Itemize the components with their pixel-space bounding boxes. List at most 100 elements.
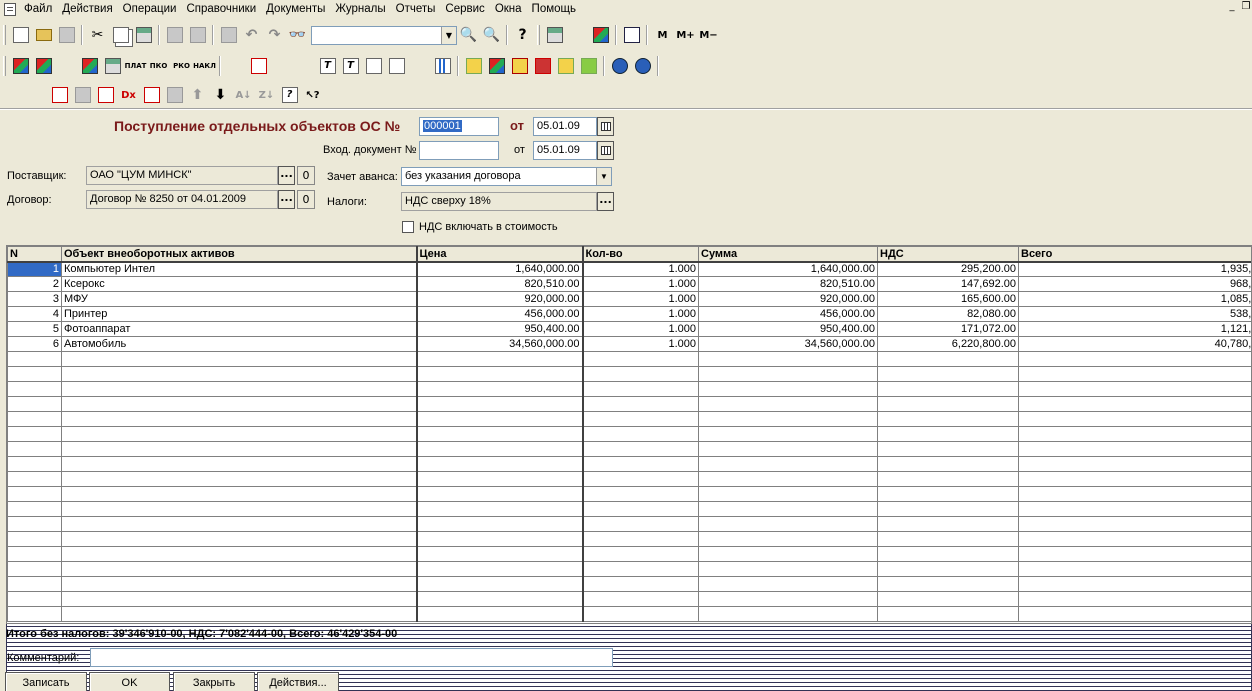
arrow-up-icon[interactable]: ⬆ [186,84,209,106]
cell-row-number[interactable]: 1 [7,261,62,277]
cell-vat[interactable] [877,381,1019,397]
toolbar-grip[interactable] [3,25,6,45]
delete-row-icon[interactable] [48,84,71,106]
incoming-doc-field[interactable] [419,141,499,160]
help-doc-icon[interactable]: ? [278,84,301,106]
cell-price[interactable]: 950,400.00 [416,321,584,337]
cell-price[interactable] [416,501,584,517]
cell-total[interactable] [1018,411,1251,427]
cell-vat[interactable]: 295,200.00 [877,261,1019,277]
cell-quantity[interactable] [582,546,699,562]
cell-vat[interactable]: 171,072.00 [877,321,1019,337]
cell-price[interactable] [416,546,584,562]
assets-table[interactable]: N Объект внеоборотных активов Цена Кол-в… [6,245,1252,624]
advance-select[interactable]: без указания договора ▼ [401,167,612,186]
cell-row-number[interactable] [7,561,62,577]
col-asset-header[interactable]: Объект внеоборотных активов [61,246,418,263]
cell-vat[interactable]: 165,600.00 [877,291,1019,307]
cell-sum[interactable] [698,531,878,547]
sort-asc-icon[interactable]: A↓ [232,84,255,106]
cell-total[interactable] [1018,471,1251,487]
cell-quantity[interactable] [582,411,699,427]
cell-vat[interactable] [877,561,1019,577]
cell-vat[interactable] [877,441,1019,457]
cell-sum[interactable] [698,411,878,427]
globe-1-icon[interactable] [608,55,631,77]
col-qty-header[interactable]: Кол-во [582,246,699,263]
sort-desc-icon[interactable]: Z↓ [255,84,278,106]
minimize-icon[interactable]: _ [1226,2,1238,14]
cell-vat[interactable] [877,411,1019,427]
report-t-icon[interactable]: T [316,55,339,77]
cell-row-number[interactable] [7,501,62,517]
table-row[interactable] [7,561,1251,577]
cell-asset-name[interactable]: Фотоаппарат [61,321,418,337]
cell-row-number[interactable] [7,411,62,427]
cell-vat[interactable] [877,501,1019,517]
cell-price[interactable] [416,531,584,547]
cell-row-number[interactable] [7,546,62,562]
toolbar-grip[interactable] [537,25,540,45]
doc-number-field[interactable]: 000001 [419,117,499,136]
table-row[interactable] [7,471,1251,487]
edit-row-icon[interactable] [140,84,163,106]
table-row[interactable] [7,381,1251,397]
cell-row-number[interactable] [7,441,62,457]
cell-quantity[interactable] [582,396,699,412]
tool-1-icon[interactable] [462,55,485,77]
report-7-icon[interactable] [6,55,1252,677]
cell-sum[interactable] [698,441,878,457]
cell-price[interactable]: 920,000.00 [416,291,584,307]
cell-sum[interactable] [698,486,878,502]
cell-quantity[interactable] [582,591,699,607]
restore-icon[interactable]: ❐ [1240,2,1252,14]
cell-row-number[interactable]: 4 [7,306,62,322]
cell-asset-name[interactable]: Компьютер Интел [61,261,418,277]
cell-total[interactable] [1018,501,1251,517]
tool-3-icon[interactable] [531,55,554,77]
cell-sum[interactable] [698,591,878,607]
filter-icon[interactable] [101,55,124,77]
cell-quantity[interactable] [582,441,699,457]
cell-quantity[interactable]: 1.000 [582,261,699,277]
cell-total[interactable]: 1,085,600.00 [1018,291,1251,307]
toolbar-grip[interactable] [3,56,6,76]
cell-sum[interactable] [698,396,878,412]
cell-quantity[interactable] [582,426,699,442]
cell-sum[interactable] [698,576,878,592]
chevron-down-icon[interactable]: ▼ [596,168,611,185]
search-combobox[interactable]: ▼ [311,25,457,45]
cell-total[interactable]: 40,780,800.00 [1018,336,1251,352]
cell-sum[interactable] [698,501,878,517]
cell-total[interactable]: 1,935,200.00 [1018,261,1251,277]
print-preview-icon[interactable] [186,24,209,46]
cell-row-number[interactable] [7,591,62,607]
menu-operations[interactable]: Операции [118,0,182,18]
cell-vat[interactable] [877,546,1019,562]
table-row[interactable] [7,486,1251,502]
cell-quantity[interactable]: 1.000 [582,306,699,322]
cell-row-number[interactable] [7,381,62,397]
arrow-down-icon[interactable]: ⬇ [209,84,232,106]
cell-price[interactable] [416,351,584,367]
cell-row-number[interactable]: 2 [7,276,62,292]
taxes-field[interactable]: НДС сверху 18% [401,192,597,211]
cell-row-number[interactable] [7,366,62,382]
payment-order-button[interactable]: ПЛАТ [124,55,147,77]
incoming-date-field[interactable]: 05.01.09 [533,141,597,160]
cell-total[interactable] [1018,441,1251,457]
cell-row-number[interactable]: 5 [7,321,62,337]
cell-total[interactable]: 1,121,472.00 [1018,321,1251,337]
menu-service[interactable]: Сервис [440,0,489,18]
cell-quantity[interactable] [582,576,699,592]
cell-total[interactable] [1018,561,1251,577]
cell-total[interactable] [1018,426,1251,442]
cell-total[interactable] [1018,576,1251,592]
chart-of-accounts-icon[interactable] [9,55,32,77]
cell-asset-name[interactable] [61,426,418,442]
cell-asset-name[interactable] [61,471,418,487]
table-row[interactable]: 4 Принтер 456,000.00 1.000 456,000.00 82,080.… [7,306,1251,322]
documents-journal-icon[interactable] [78,55,101,77]
cell-quantity[interactable] [582,456,699,472]
cell-price[interactable] [416,471,584,487]
